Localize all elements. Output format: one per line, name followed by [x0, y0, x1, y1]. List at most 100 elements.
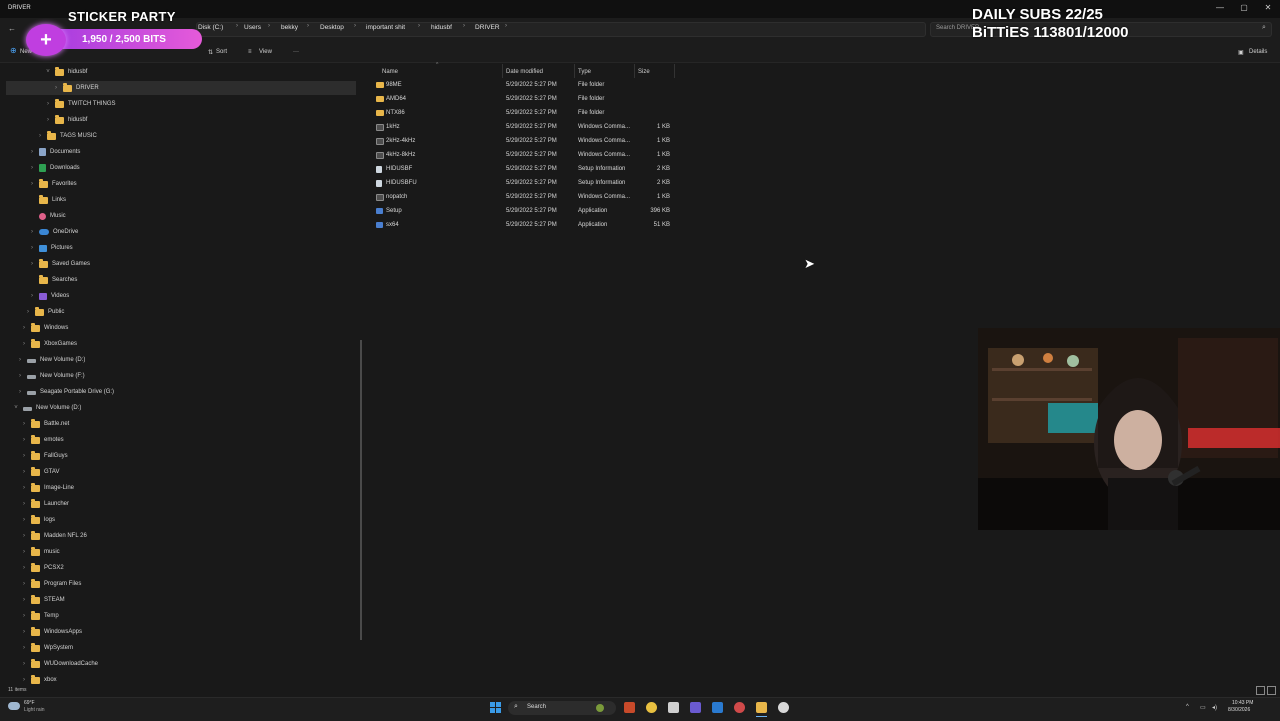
file-row[interactable]: AMD64 5/29/2022 5:27 PM File folder	[372, 93, 678, 107]
chevron-right-icon[interactable]: ›	[20, 325, 28, 331]
nav-item[interactable]: Links	[28, 192, 66, 208]
chevron-right-icon[interactable]: ›	[16, 357, 24, 363]
nav-scrollbar[interactable]	[360, 340, 362, 640]
chevron-right-icon[interactable]: ›	[20, 581, 28, 587]
clock-date[interactable]: 8/30/2026	[1228, 707, 1250, 713]
nav-item[interactable]: › hidusbf	[44, 112, 87, 128]
taskbar-app-icon[interactable]	[690, 702, 701, 713]
nav-item[interactable]: › Public	[24, 304, 64, 320]
chevron-right-icon[interactable]: ›	[16, 373, 24, 379]
nav-item[interactable]: › GTAV	[20, 464, 59, 480]
chevron-right-icon[interactable]: ›	[20, 549, 28, 555]
nav-item[interactable]: › Seagate Portable Drive (G:)	[16, 384, 114, 400]
back-arrow-icon[interactable]: ←	[8, 24, 16, 33]
taskbar-app-icon[interactable]	[668, 702, 679, 713]
nav-item[interactable]: › DRIVER	[52, 80, 99, 96]
file-row[interactable]: HIDUSBF 5/29/2022 5:27 PM Setup Informatio…	[372, 163, 678, 177]
chevron-right-icon[interactable]: ›	[20, 469, 28, 475]
column-header-name[interactable]: Name	[382, 69, 398, 75]
nav-item[interactable]: › Windows	[20, 320, 68, 336]
nav-item[interactable]: › Image-Line	[20, 480, 74, 496]
chevron-right-icon[interactable]: ›	[44, 101, 52, 107]
details-button[interactable]: Details	[1249, 49, 1267, 55]
window-tab-title[interactable]: DRIVER	[8, 5, 31, 11]
nav-item[interactable]: › Favorites	[28, 176, 77, 192]
column-divider[interactable]	[674, 64, 675, 78]
nav-item[interactable]: ˅ hidusbf	[44, 64, 87, 80]
chevron-right-icon[interactable]: ›	[20, 453, 28, 459]
details-pane-icon[interactable]: ▣	[1238, 49, 1244, 56]
nav-item[interactable]: › XboxGames	[20, 336, 77, 352]
chevron-right-icon[interactable]: ›	[28, 245, 36, 251]
nav-item[interactable]: › Program Files	[20, 576, 81, 592]
details-view-icon[interactable]	[1256, 686, 1265, 695]
tiles-view-icon[interactable]	[1267, 686, 1276, 695]
weather-temperature[interactable]: 69°F	[24, 700, 35, 706]
breadcrumb-important-shit[interactable]: important shit	[366, 24, 405, 31]
chrome-icon[interactable]	[646, 702, 657, 713]
nav-item[interactable]: › Madden NFL 26	[20, 528, 87, 544]
tray-network-icon[interactable]: ▭	[1200, 704, 1206, 711]
search-icon[interactable]: ⌕	[1262, 24, 1266, 32]
file-row[interactable]: 2kHz-4kHz 5/29/2022 5:27 PM Windows Comma.…	[372, 135, 678, 149]
chevron-right-icon[interactable]: ›	[20, 485, 28, 491]
column-header-type[interactable]: Type	[578, 69, 591, 75]
chevron-right-icon[interactable]: ›	[20, 421, 28, 427]
close-button[interactable]: ✕	[1260, 3, 1276, 15]
file-row[interactable]: NTX86 5/29/2022 5:27 PM File folder	[372, 107, 678, 121]
maximize-button[interactable]: ▢	[1236, 3, 1252, 15]
nav-item[interactable]: › WpSystem	[20, 640, 73, 656]
nav-item[interactable]: › logs	[20, 512, 55, 528]
chevron-right-icon[interactable]: ›	[28, 229, 36, 235]
chrome-icon[interactable]	[734, 702, 745, 713]
tray-overflow-icon[interactable]: ^	[1186, 704, 1189, 710]
file-row[interactable]: 98ME 5/29/2022 5:27 PM File folder	[372, 79, 678, 93]
chevron-right-icon[interactable]: ›	[16, 389, 24, 395]
breadcrumb-bekky[interactable]: bekky	[281, 24, 298, 31]
taskbar-widget-icon[interactable]	[596, 704, 604, 712]
chevron-right-icon[interactable]: ›	[28, 261, 36, 267]
chevron-right-icon[interactable]: ›	[20, 341, 28, 347]
nav-item[interactable]: › PCSX2	[20, 560, 64, 576]
column-divider[interactable]	[634, 64, 635, 78]
column-divider[interactable]	[502, 64, 503, 78]
view-icon[interactable]: ≡	[248, 49, 252, 55]
weather-cloud-icon[interactable]	[8, 702, 20, 710]
nav-item[interactable]: › WindowsApps	[20, 624, 82, 640]
nav-item[interactable]: › WUDownloadCache	[20, 656, 98, 672]
chevron-right-icon[interactable]: ›	[44, 117, 52, 123]
nav-item[interactable]: › New Volume (D:)	[16, 352, 85, 368]
nav-item[interactable]: Music	[28, 208, 66, 224]
column-header-date[interactable]: Date modified	[506, 69, 543, 75]
weather-description[interactable]: Light rain	[24, 707, 45, 713]
chevron-right-icon[interactable]: ›	[24, 309, 32, 315]
chevron-right-icon[interactable]: ›	[20, 645, 28, 651]
file-row[interactable]: 4kHz-8kHz 5/29/2022 5:27 PM Windows Comma.…	[372, 149, 678, 163]
file-row[interactable]: 1kHz 5/29/2022 5:27 PM Windows Comma... 1 K…	[372, 121, 678, 135]
chevron-right-icon[interactable]: ›	[20, 597, 28, 603]
chevron-right-icon[interactable]: ›	[28, 293, 36, 299]
chevron-right-icon[interactable]: ›	[20, 437, 28, 443]
chevron-down-icon[interactable]: ˅	[12, 405, 20, 411]
more-options-button[interactable]: ···	[293, 49, 299, 55]
chevron-right-icon[interactable]: ›	[52, 85, 60, 91]
nav-item[interactable]: Searches	[28, 272, 77, 288]
nav-item[interactable]: › Downloads	[28, 160, 80, 176]
taskbar-app-icon[interactable]	[624, 702, 635, 713]
nav-item[interactable]: › Battle.net	[20, 416, 69, 432]
chevron-right-icon[interactable]: ›	[20, 629, 28, 635]
chevron-right-icon[interactable]: ›	[28, 149, 36, 155]
chevron-right-icon[interactable]: ›	[20, 613, 28, 619]
chevron-right-icon[interactable]: ›	[20, 501, 28, 507]
nav-item[interactable]: › music	[20, 544, 60, 560]
minimize-button[interactable]: —	[1212, 3, 1228, 15]
file-row[interactable]: sx64 5/29/2022 5:27 PM Application 51 KB	[372, 219, 678, 233]
address-bar[interactable]	[196, 22, 926, 37]
nav-item[interactable]: › STEAM	[20, 592, 65, 608]
taskbar-app-icon[interactable]	[778, 702, 789, 713]
file-row[interactable]: nopatch 5/29/2022 5:27 PM Windows Comma...…	[372, 191, 678, 205]
tray-speaker-icon[interactable]: ◂)	[1212, 704, 1217, 711]
nav-item[interactable]: › emotes	[20, 432, 64, 448]
taskbar-app-icon[interactable]	[712, 702, 723, 713]
nav-item[interactable]: › Saved Games	[28, 256, 90, 272]
